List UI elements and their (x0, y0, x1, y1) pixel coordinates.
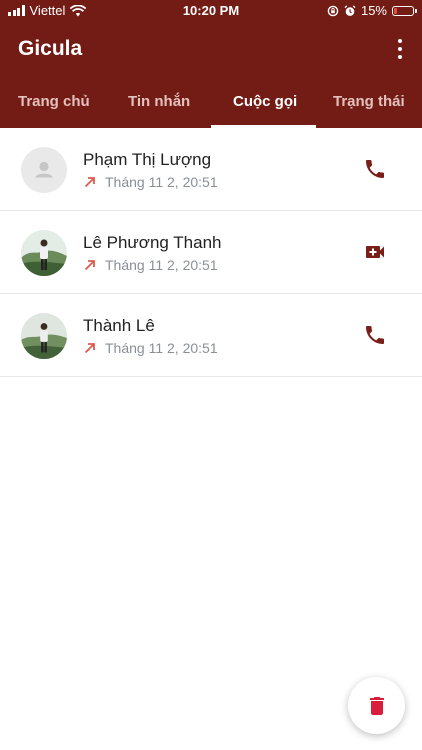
contact-name: Lê Phương Thanh (83, 233, 222, 252)
rotation-lock-icon (327, 5, 339, 16)
contact-photo (21, 313, 67, 359)
outgoing-call-arrow-icon (84, 177, 95, 188)
alarm-icon (344, 4, 356, 16)
contact-name: Phạm Thị Lượng (83, 150, 212, 169)
delete-calls-button[interactable] (348, 677, 405, 734)
tab-bar: Trang chủ Tin nhắn Cuộc gọi Trạng thái (0, 86, 422, 128)
outgoing-call-arrow-icon (84, 343, 95, 354)
call-row[interactable]: Phạm Thị Lượng Tháng 11 2, 20:51 (0, 128, 422, 211)
person-placeholder-icon (35, 161, 53, 178)
tab-home[interactable]: Trang chủ (18, 93, 90, 110)
call-row[interactable]: Thành Lê Tháng 11 2, 20:51 (0, 294, 422, 377)
app-title: Gicula (18, 37, 83, 60)
call-time: Tháng 11 2, 20:51 (105, 257, 218, 273)
status-bar: Viettel 10:20 PM 15% (0, 0, 422, 22)
avatar (21, 147, 67, 193)
app-header: Viettel 10:20 PM 15% Gicula Trang chủ Ti… (0, 0, 422, 128)
avatar (21, 313, 67, 359)
more-vert-icon[interactable] (392, 38, 408, 60)
tab-messages[interactable]: Tin nhắn (128, 93, 190, 110)
trash-icon (369, 696, 384, 715)
call-list: Phạm Thị Lượng Tháng 11 2, 20:51 Lê Phươ… (0, 128, 422, 377)
tab-status[interactable]: Trạng thái (333, 93, 405, 110)
tab-calls[interactable]: Cuộc gọi (233, 93, 297, 110)
outgoing-call-arrow-icon (84, 260, 95, 271)
battery-icon (392, 5, 417, 16)
battery-percent: 15% (360, 3, 387, 18)
phone-icon[interactable] (363, 157, 387, 181)
contact-photo (21, 230, 67, 276)
call-time: Tháng 11 2, 20:51 (105, 340, 218, 356)
phone-icon[interactable] (363, 323, 387, 347)
video-call-icon[interactable] (363, 240, 387, 264)
call-time: Tháng 11 2, 20:51 (105, 174, 218, 190)
call-row[interactable]: Lê Phương Thanh Tháng 11 2, 20:51 (0, 211, 422, 294)
avatar (21, 230, 67, 276)
contact-name: Thành Lê (83, 316, 155, 335)
